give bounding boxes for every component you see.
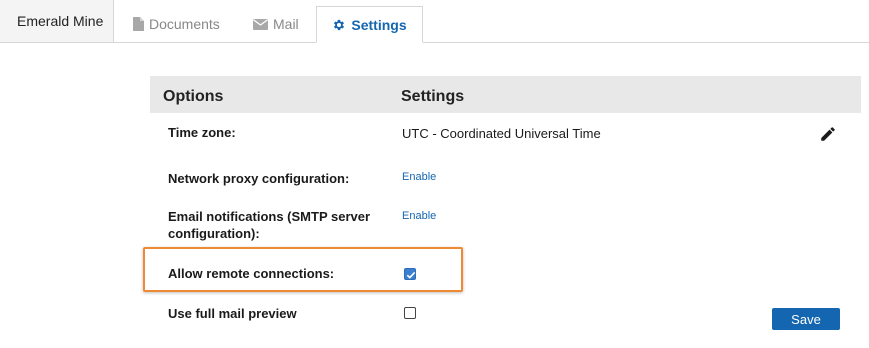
tab-brand[interactable]: Emerald Mine [0,0,114,42]
timezone-value: UTC - Coordinated Universal Time [402,126,601,141]
tab-mail-label: Mail [273,16,299,32]
mail-preview-checkbox[interactable] [404,307,416,319]
tab-bar: Emerald Mine Documents Mail Settings [0,0,869,43]
proxy-enable-link[interactable]: Enable [402,171,436,183]
tab-documents-label: Documents [149,16,220,32]
email-notifications-label: Email notifications (SMTP server configu… [168,209,371,241]
tab-settings[interactable]: Settings [316,6,423,43]
tab-settings-label: Settings [351,16,407,33]
envelope-icon [253,18,268,30]
header-settings: Settings [401,88,465,105]
header-options: Options [163,88,224,105]
gear-icon [332,18,346,32]
pencil-icon [819,127,837,147]
mail-preview-label: Use full mail preview [168,306,297,321]
app-window: Emerald Mine Documents Mail Settings Opt… [0,0,869,348]
document-icon [133,17,144,31]
tab-mail[interactable]: Mail [253,6,313,42]
brand-label: Emerald Mine [17,13,104,29]
edit-timezone-button[interactable] [819,125,839,145]
focus-highlight [143,247,463,292]
timezone-label: Time zone: [168,125,236,140]
table-header: Options Settings [150,76,861,113]
proxy-label: Network proxy configuration: [168,171,350,186]
settings-table: Options Settings [150,76,861,113]
save-button[interactable]: Save [772,308,840,330]
tab-documents[interactable]: Documents [133,6,233,42]
email-enable-link[interactable]: Enable [402,210,436,222]
